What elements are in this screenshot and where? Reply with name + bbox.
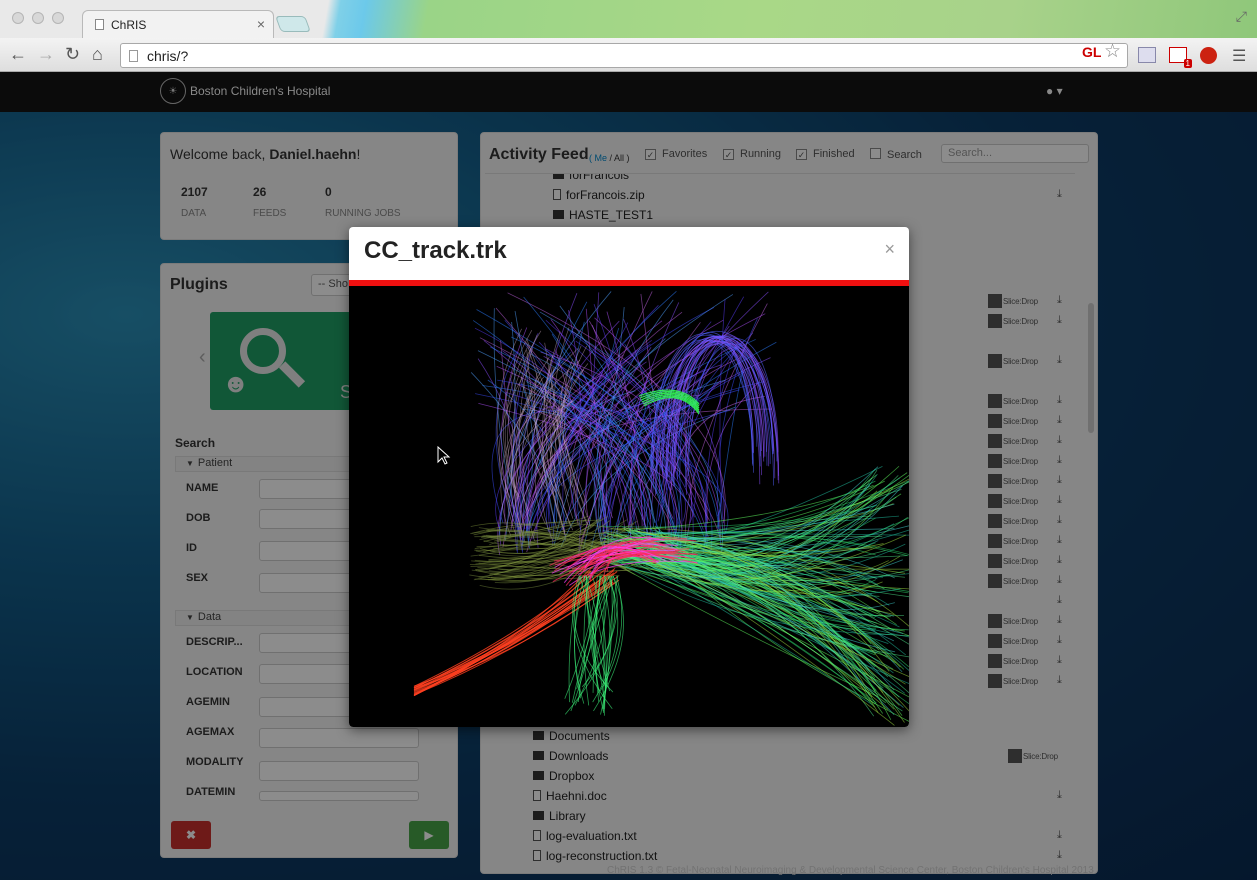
viewer-modal: CC_track.trk × [349, 227, 909, 727]
fiber-tract [413, 573, 592, 687]
bookmark-star-icon[interactable]: ☆ [1104, 40, 1121, 63]
back-icon[interactable]: ← [9, 44, 27, 64]
tab-title: ChRIS [111, 18, 147, 32]
hospital-logo-icon: ☀ [160, 78, 186, 104]
new-tab-button[interactable] [275, 16, 311, 32]
brand-name[interactable]: Boston Children's Hospital [190, 84, 330, 98]
window-zoom-button[interactable] [52, 12, 64, 24]
tractography-viewer[interactable] [349, 286, 909, 727]
fiber-tracts-render [413, 291, 909, 726]
url-text: chris/? [147, 48, 189, 64]
window-minimize-button[interactable] [32, 12, 44, 24]
modal-title: CC_track.trk [364, 237, 507, 264]
reload-icon[interactable]: ↻ [65, 44, 80, 64]
page-icon [129, 50, 138, 62]
adblock-extension-icon[interactable] [1200, 47, 1217, 64]
navbar: ☀ Boston Children's Hospital ● ▾ [0, 72, 1257, 112]
modal-close-button[interactable]: × [884, 239, 895, 260]
page-icon [95, 19, 104, 30]
photos-extension-icon[interactable] [1138, 47, 1156, 63]
fiber-tract [706, 382, 759, 524]
address-bar[interactable]: chris/? [120, 43, 1128, 68]
fullscreen-icon[interactable]: ⤢ [1236, 8, 1247, 25]
window-close-button[interactable] [12, 12, 24, 24]
user-menu-icon[interactable]: ● ▾ [1046, 84, 1063, 98]
mail-badge: 1 [1183, 59, 1192, 68]
browser-tab[interactable]: ChRIS × [82, 10, 274, 38]
mouse-cursor-icon [437, 446, 451, 465]
browser-titlebar: ChRIS × ⤢ [0, 0, 1257, 38]
fiber-tract [413, 578, 595, 689]
browser-toolbar: ← → ↻ ⌂ chris/? GL ☆ 1 ☰ [0, 38, 1257, 72]
gl-extension-label[interactable]: GL [1082, 44, 1101, 60]
tab-close-icon[interactable]: × [257, 16, 265, 32]
fiber-tract [603, 575, 605, 710]
mail-extension-icon[interactable]: 1 [1169, 47, 1192, 68]
home-icon[interactable]: ⌂ [92, 44, 103, 64]
menu-icon[interactable]: ☰ [1232, 46, 1246, 66]
forward-icon[interactable]: → [37, 44, 55, 64]
